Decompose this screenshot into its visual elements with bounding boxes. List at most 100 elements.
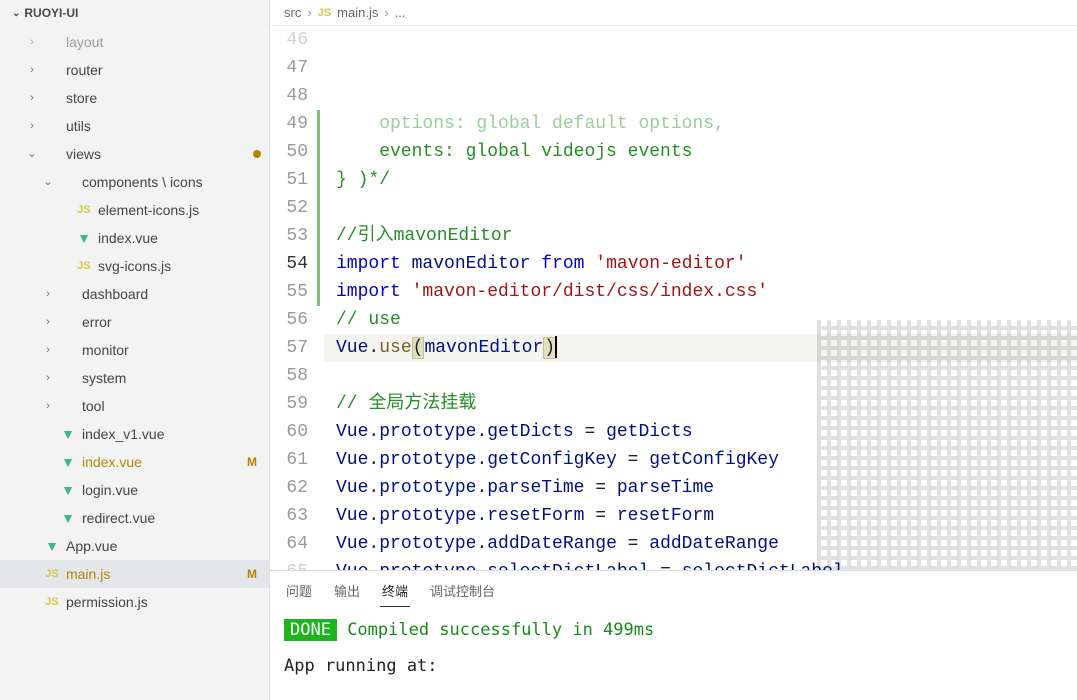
terminal-output[interactable]: DONE Compiled successfully in 499ms App … (270, 607, 1077, 700)
line-number: 52 (270, 194, 308, 222)
tree-item-element-icons-js[interactable]: JSelement-icons.js (0, 196, 269, 224)
code-line[interactable] (324, 194, 1077, 222)
tree-item-error[interactable]: › error (0, 308, 269, 336)
code-content[interactable]: options: global default options, events:… (324, 26, 1077, 570)
code-line[interactable]: Vue.prototype.getDicts = getDicts (324, 418, 1077, 446)
modified-badge: M (243, 451, 261, 473)
compile-msg: Compiled successfully in 499ms (337, 620, 654, 640)
text-cursor (555, 336, 557, 358)
line-number: 48 (270, 82, 308, 110)
chevron-right-icon: › (307, 5, 311, 20)
tree-item-label: redirect.vue (82, 507, 261, 529)
js-icon: JS (44, 563, 60, 585)
code-line[interactable]: //引入mavonEditor (324, 222, 1077, 250)
line-number: 59 (270, 390, 308, 418)
tree-item-monitor[interactable]: ›monitor (0, 336, 269, 364)
tree-item-router[interactable]: ›router (0, 56, 269, 84)
tree-item-login-vue[interactable]: ▼login.vue (0, 476, 269, 504)
code-line[interactable]: import 'mavon-editor/dist/css/index.css' (324, 278, 1077, 306)
code-line[interactable]: options: global default options, (324, 110, 1077, 138)
panel-tab-2[interactable]: 终端 (380, 577, 410, 607)
breadcrumb-part[interactable]: src (284, 5, 301, 20)
tree-item-permission-js[interactable]: JSpermission.js (0, 588, 269, 616)
line-number: 47 (270, 54, 308, 82)
code-line[interactable]: Vue.use(mavonEditor) (324, 334, 1077, 362)
code-line[interactable] (324, 362, 1077, 390)
line-number: 56 (270, 306, 308, 334)
tree-item-index-vue[interactable]: ▼index.vueM (0, 448, 269, 476)
chevron-right-icon: › (26, 115, 38, 137)
js-icon: JS (318, 7, 331, 19)
tree-item-main-js[interactable]: JS main.js M (0, 560, 269, 588)
tree-item-label: views (66, 143, 247, 165)
modified-badge: M (243, 563, 261, 585)
code-line[interactable]: // use (324, 306, 1077, 334)
tree-item-label: index.vue (82, 451, 237, 473)
vue-icon: ▼ (76, 227, 92, 249)
chevron-right-icon: › (42, 395, 54, 417)
panel-tab-1[interactable]: 输出 (332, 577, 362, 607)
done-badge: DONE (284, 619, 337, 641)
tree-item-components-icons[interactable]: ⌄components \ icons (0, 168, 269, 196)
tree-item-utils[interactable]: › utils (0, 112, 269, 140)
code-line[interactable]: events: global videojs events (324, 138, 1077, 166)
file-tree[interactable]: ›layout›router›store › utils ⌄ views ⌄compone… (0, 26, 269, 700)
chevron-right-icon: › (42, 311, 54, 333)
line-number: 50 (270, 138, 308, 166)
js-icon: JS (44, 591, 60, 613)
breadcrumb[interactable]: src › JS main.js › ... (270, 0, 1077, 26)
line-number: 65 (270, 558, 308, 570)
line-gutter: 4647484950515253545556575859606162636465 (270, 26, 324, 570)
chevron-right-icon: › (42, 283, 54, 305)
line-number: 53 (270, 222, 308, 250)
tree-item-label: App.vue (66, 535, 261, 557)
tree-item-label: error (82, 311, 261, 333)
code-line[interactable]: Vue.prototype.resetForm = resetForm (324, 502, 1077, 530)
line-number: 54 (270, 250, 308, 278)
tree-item-app-vue[interactable]: ▼ App.vue (0, 532, 269, 560)
chevron-down-icon: ⌄ (26, 143, 38, 165)
line-number: 57 (270, 334, 308, 362)
code-line[interactable]: } )*/ (324, 166, 1077, 194)
code-line[interactable]: Vue.prototype.addDateRange = addDateRang… (324, 530, 1077, 558)
tree-item-dashboard[interactable]: › dashboard (0, 280, 269, 308)
tree-item-store[interactable]: ›store (0, 84, 269, 112)
tree-item-label: dashboard (82, 283, 261, 305)
tree-item-label: main.js (66, 563, 237, 585)
line-number: 49 (270, 110, 308, 138)
tree-item-label: index.vue (98, 227, 261, 249)
tree-item-tool[interactable]: ›tool (0, 392, 269, 420)
line-number: 55 (270, 278, 308, 306)
vue-icon: ▼ (60, 479, 76, 501)
chevron-right-icon: › (26, 59, 38, 81)
tree-item-system[interactable]: ›system (0, 364, 269, 392)
bottom-panel: 问题输出终端调试控制台 DONE Compiled successfully i… (270, 570, 1077, 700)
breadcrumb-part[interactable]: main.js (337, 5, 378, 20)
breadcrumb-part[interactable]: ... (395, 5, 406, 20)
terminal-line: DONE Compiled successfully in 499ms (284, 617, 1063, 643)
js-icon: JS (76, 199, 92, 221)
code-line[interactable]: import mavonEditor from 'mavon-editor' (324, 250, 1077, 278)
tree-item-index_v1-vue[interactable]: ▼index_v1.vue (0, 420, 269, 448)
chevron-right-icon: › (42, 367, 54, 389)
tree-item-index-vue[interactable]: ▼ index.vue (0, 224, 269, 252)
code-line[interactable]: // 全局方法挂载 (324, 390, 1077, 418)
tree-item-label: monitor (82, 339, 261, 361)
tree-item-layout[interactable]: ›layout (0, 28, 269, 56)
code-line[interactable]: Vue.prototype.parseTime = parseTime (324, 474, 1077, 502)
code-line[interactable]: Vue.prototype.getConfigKey = getConfigKe… (324, 446, 1077, 474)
code-editor[interactable]: 4647484950515253545556575859606162636465… (270, 26, 1077, 570)
tree-item-label: utils (66, 115, 261, 137)
tree-item-svg-icons-js[interactable]: JS svg-icons.js (0, 252, 269, 280)
tree-item-label: svg-icons.js (98, 255, 261, 277)
vue-icon: ▼ (44, 535, 60, 557)
tree-item-redirect-vue[interactable]: ▼redirect.vue (0, 504, 269, 532)
code-line[interactable]: Vue.prototype.selectDictLabel = selectDi… (324, 558, 1077, 570)
panel-tab-0[interactable]: 问题 (284, 577, 314, 607)
tree-item-views[interactable]: ⌄ views (0, 140, 269, 168)
editor-area: src › JS main.js › ... 46474849505152535… (270, 0, 1077, 700)
panel-tab-3[interactable]: 调试控制台 (428, 577, 497, 607)
js-icon: JS (76, 255, 92, 277)
explorer-header[interactable]: ⌄ RUOYI-UI (0, 0, 269, 26)
tree-item-label: components \ icons (82, 171, 261, 193)
